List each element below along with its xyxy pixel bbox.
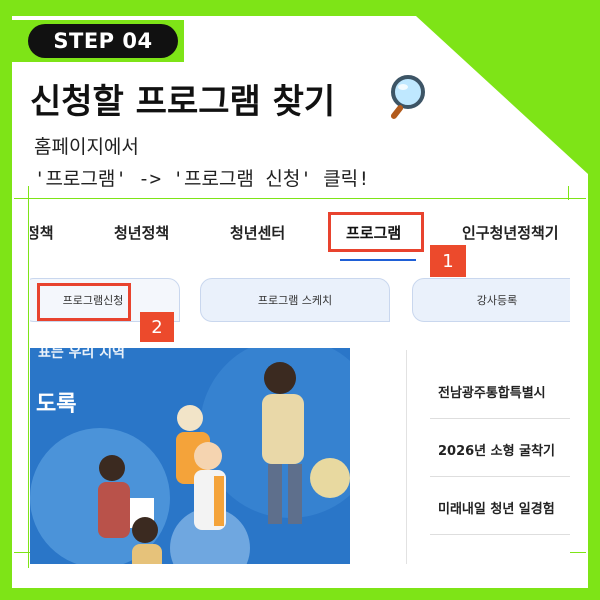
list-divider	[430, 534, 570, 535]
tab-instructor-register[interactable]: 강사등록	[412, 278, 570, 322]
guide-line-top	[14, 198, 586, 199]
nav-item-population-policy[interactable]: 인구청년정책기	[462, 222, 559, 243]
list-item[interactable]: 2026년 소형 굴착기	[438, 440, 555, 459]
website-screenshot: 정책 청년정책 청년센터 프로그램 인구청년정책기 1 프로그램신청 프로그램 …	[30, 200, 570, 568]
page-title: 신청할 프로그램 찾기	[30, 82, 336, 122]
highlight-box-program	[328, 212, 424, 252]
step-marker-2: 2	[140, 312, 174, 342]
list-item[interactable]: 전남광주통합특별시	[438, 382, 546, 401]
step-marker-1: 1	[430, 245, 466, 277]
list-divider	[430, 476, 570, 477]
promo-banner-image[interactable]: 표는 우리 지역 도록	[30, 348, 350, 564]
banner-caption-top: 표는 우리 지역	[38, 348, 126, 361]
description-line-1: 홈페이지에서	[34, 136, 139, 158]
step-label: STEP 04	[28, 24, 178, 58]
nav-item-youth-center[interactable]: 청년센터	[230, 222, 285, 243]
column-divider	[406, 350, 407, 564]
active-nav-underline	[340, 259, 416, 261]
list-divider	[430, 418, 570, 419]
description-line-2: '프로그램' -> '프로그램 신청' 클릭!	[34, 168, 370, 190]
highlight-box-program-apply	[37, 283, 131, 321]
nav-item-youth-policy[interactable]: 청년정책	[114, 222, 169, 243]
list-item[interactable]: 미래내일 청년 일경험	[438, 498, 555, 517]
tab-program-sketch[interactable]: 프로그램 스케치	[200, 278, 390, 322]
banner-caption: 도록	[36, 392, 77, 417]
banner-illustration	[30, 348, 350, 564]
magnifier-icon	[390, 75, 425, 119]
guide-line-left	[28, 186, 29, 568]
nav-item-policy[interactable]: 정책	[30, 222, 54, 243]
